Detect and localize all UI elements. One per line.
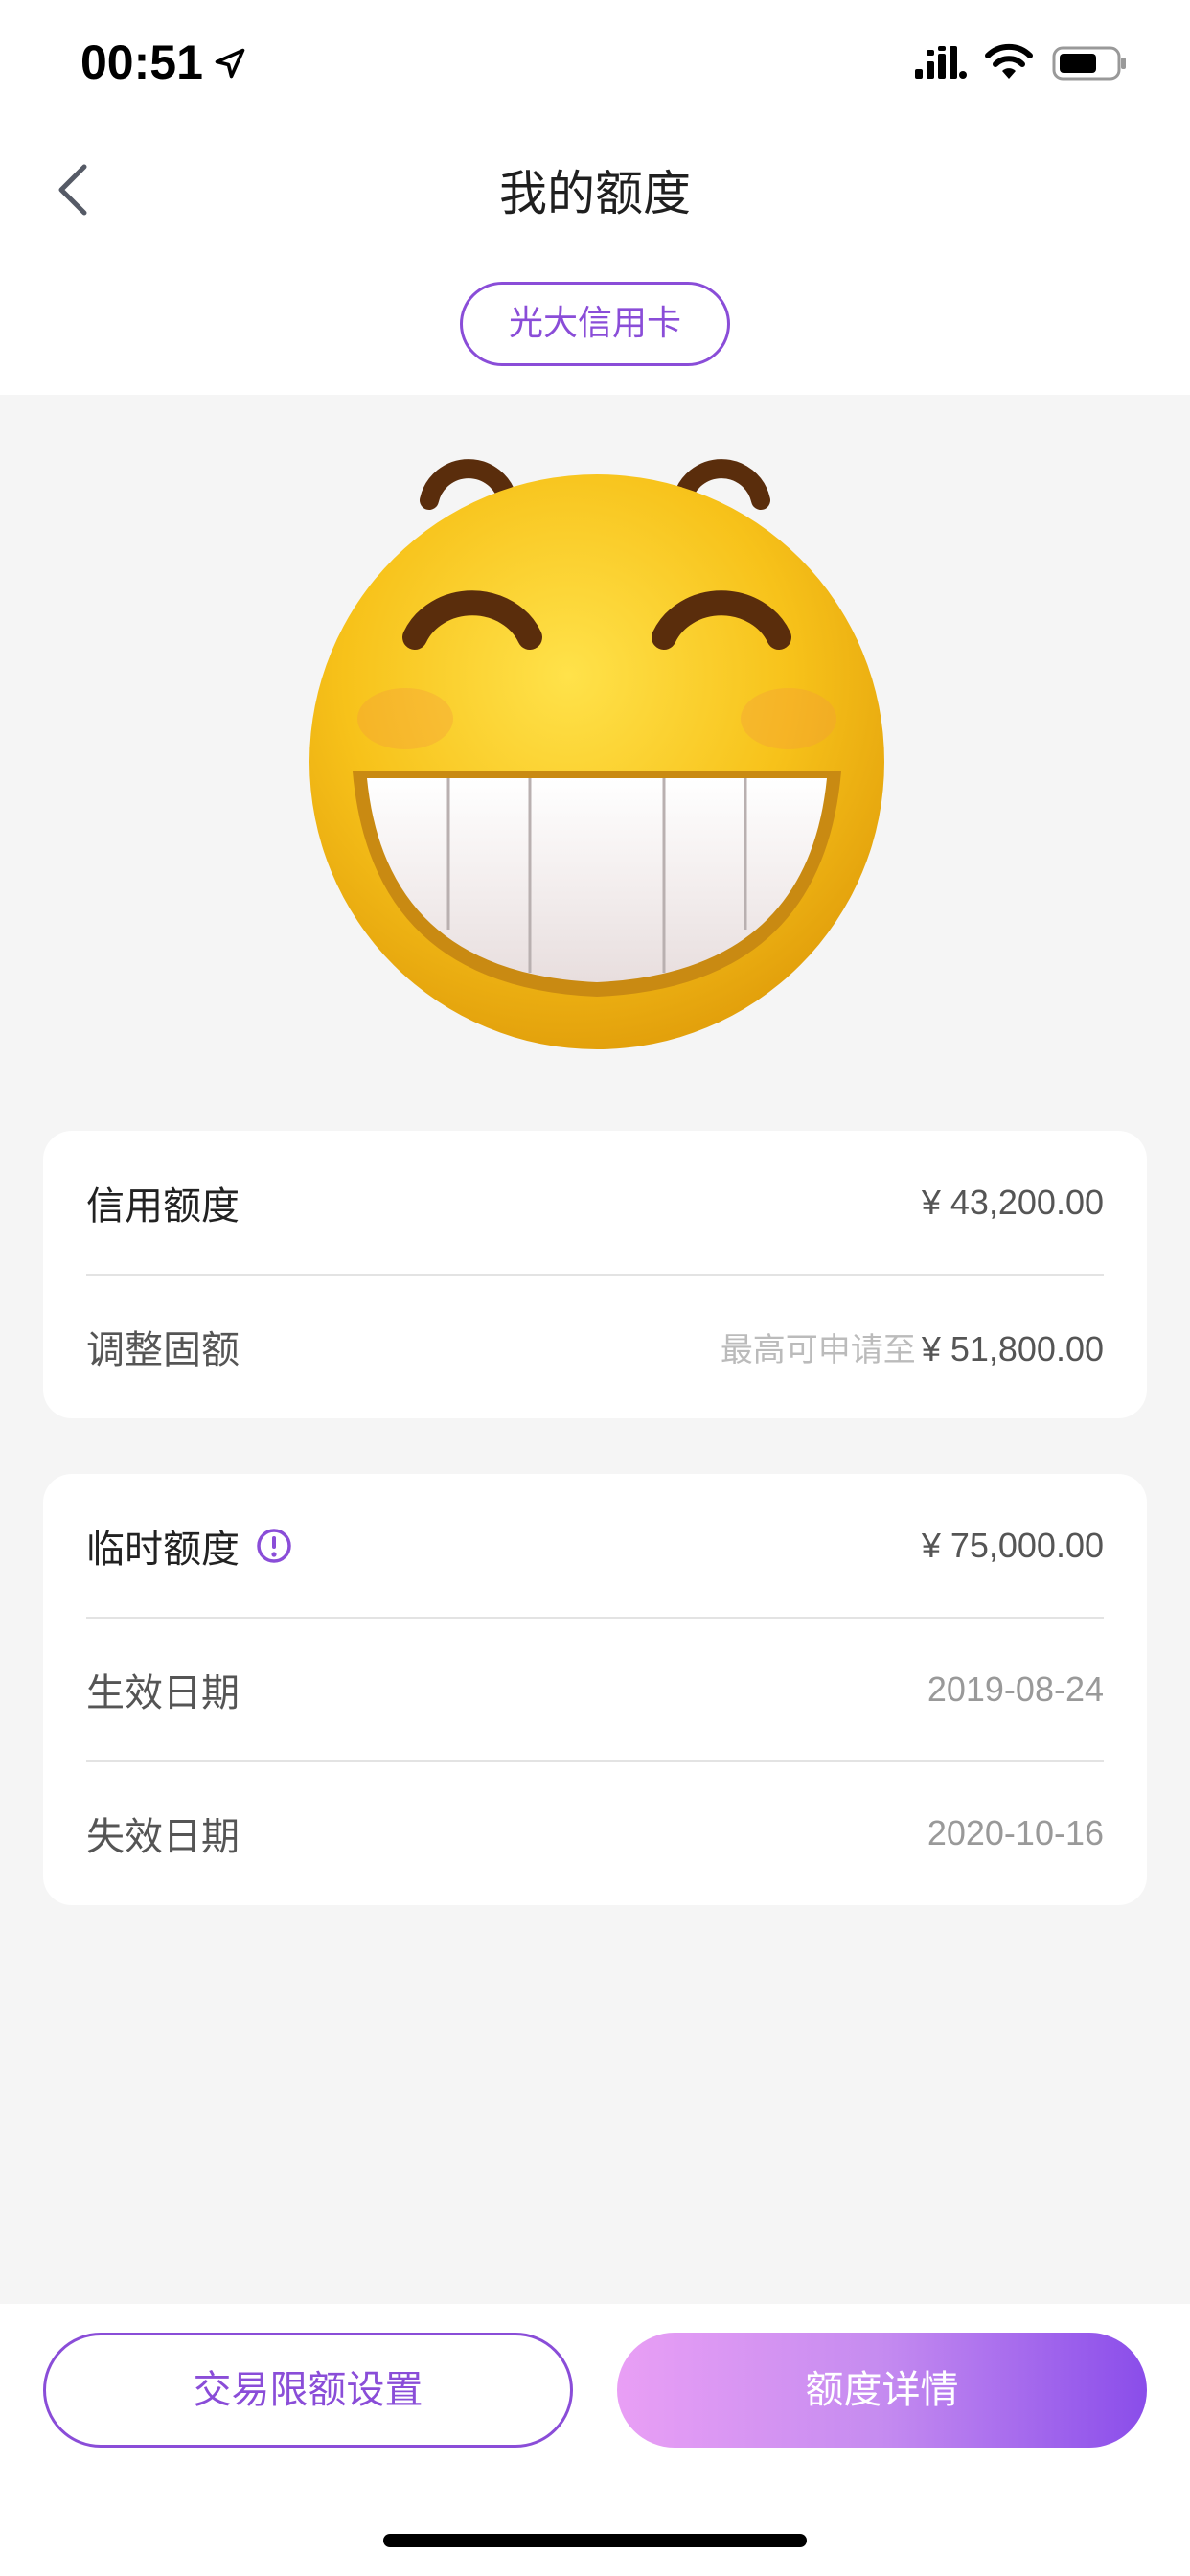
adjust-limit-value: ¥ 51,800.00 — [921, 1328, 1104, 1368]
grinning-emoji-image — [309, 459, 884, 1049]
status-time: 00:51 — [80, 35, 203, 89]
temporary-limit-row: 临时额度 ¥ 75,000.00 — [86, 1474, 1104, 1618]
cellular-signal-icon — [915, 46, 967, 79]
adjust-limit-hint: 最高可申请至 — [720, 1330, 916, 1369]
credit-limit-card: 信用额度 ¥ 43,200.00 调整固额 最高可申请至 ¥ 51,800.00 — [43, 1131, 1147, 1418]
adjust-limit-label: 调整固额 — [86, 1328, 240, 1372]
adjust-limit-info: 最高可申请至 ¥ 51,800.00 — [721, 1323, 1104, 1370]
page-title: 我的额度 — [499, 166, 691, 221]
effective-date-row: 生效日期 2019-08-24 — [86, 1618, 1104, 1761]
temporary-limit-label-group: 临时额度 — [86, 1518, 293, 1574]
limit-details-button[interactable]: 额度详情 — [617, 2333, 1147, 2448]
adjust-limit-row[interactable]: 调整固额 最高可申请至 ¥ 51,800.00 — [86, 1275, 1104, 1418]
home-indicator — [383, 2534, 807, 2547]
expiry-date-row: 失效日期 2020-10-16 — [86, 1761, 1104, 1905]
card-selector-button[interactable]: 光大信用卡 — [460, 282, 730, 366]
battery-icon — [1052, 46, 1126, 80]
temporary-limit-card: 临时额度 ¥ 75,000.00 生效日期 2019-08-24 失效日期 20… — [43, 1474, 1147, 1905]
credit-limit-row: 信用额度 ¥ 43,200.00 — [86, 1131, 1104, 1275]
credit-limit-value: ¥ 43,200.00 — [921, 1183, 1104, 1222]
effective-date-label: 生效日期 — [86, 1671, 240, 1715]
limit-settings-button[interactable]: 交易限额设置 — [43, 2333, 573, 2448]
wifi-icon — [985, 43, 1033, 79]
effective-date-value: 2019-08-24 — [927, 1669, 1104, 1709]
location-arrow-icon — [215, 48, 245, 79]
temporary-limit-value: ¥ 75,000.00 — [921, 1526, 1104, 1565]
status-bar: 00:51 — [0, 0, 1190, 125]
expiry-date-value: 2020-10-16 — [927, 1813, 1104, 1852]
expiry-date-label: 失效日期 — [86, 1815, 240, 1859]
temporary-limit-label: 临时额度 — [86, 1528, 240, 1572]
credit-limit-label: 信用额度 — [86, 1184, 240, 1229]
info-icon[interactable] — [255, 1527, 293, 1565]
